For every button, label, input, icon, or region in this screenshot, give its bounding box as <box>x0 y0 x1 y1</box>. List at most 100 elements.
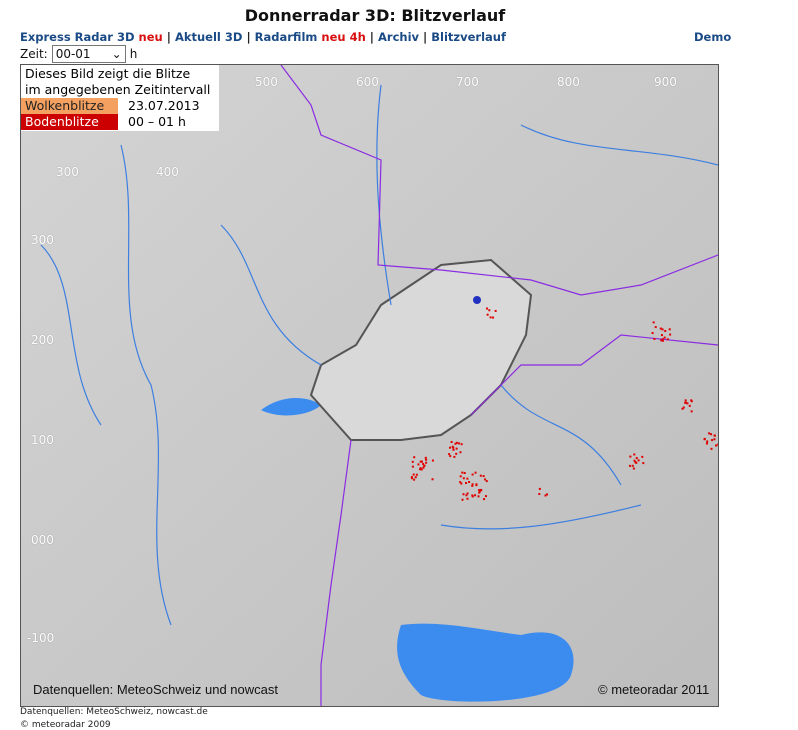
lightning-strike <box>703 438 706 441</box>
lightning-strike <box>424 456 427 459</box>
lightning-strike <box>455 452 458 455</box>
legend-ground-lightning: Bodenblitze <box>21 114 118 130</box>
lightning-strike <box>452 448 455 451</box>
lightning-strike <box>454 442 457 445</box>
link-aktuell[interactable]: Aktuell 3D <box>175 30 242 44</box>
lightning-strike <box>717 443 718 446</box>
lightning-strike <box>632 467 635 470</box>
lightning-strike <box>474 471 477 474</box>
new-badge: neu 4h <box>321 30 366 44</box>
lightning-strike <box>478 490 481 493</box>
lightning-strike <box>452 446 455 449</box>
lightning-strike <box>708 432 711 435</box>
footer-copyright: © meteoradar 2009 <box>20 720 111 730</box>
lightning-strike <box>455 447 458 450</box>
lightning-strike <box>635 461 638 464</box>
lightning-strike <box>462 493 465 496</box>
lightning-strike <box>462 477 465 480</box>
legend-text: Dieses Bild zeigt die Blitze <box>25 66 191 81</box>
lightning-strike <box>449 455 452 458</box>
lightning-strike <box>466 477 469 480</box>
lightning-strike <box>474 494 477 497</box>
legend-cloud-lightning: Wolkenblitze <box>21 98 118 114</box>
lightning-strike <box>419 468 422 471</box>
lightning-map[interactable]: Dieses Bild zeigt die Blitze im angegebe… <box>20 64 719 707</box>
lightning-strike <box>652 321 655 324</box>
time-select-value: 00-01 <box>55 47 91 61</box>
axis-label-left: 200 <box>31 333 54 347</box>
lightning-strike <box>690 399 693 402</box>
lightning-strike <box>664 329 667 332</box>
axis-label-inner: 300 <box>56 165 79 179</box>
lightning-strike <box>706 440 709 443</box>
lightning-strike <box>471 483 474 486</box>
lightning-strike <box>484 478 487 481</box>
lightning-strike <box>465 482 468 485</box>
lightning-strike <box>492 316 495 319</box>
axis-label-top: 900 <box>654 75 677 89</box>
lightning-strike <box>686 402 689 405</box>
map-copyright-text: © meteoradar 2011 <box>598 682 710 697</box>
lightning-strike <box>449 446 452 449</box>
lightning-strike <box>459 475 462 478</box>
link-express-radar[interactable]: Express Radar 3D <box>20 30 135 44</box>
lightning-strike <box>484 495 487 498</box>
separator: | <box>246 30 251 44</box>
lightning-strike <box>471 495 474 498</box>
lightning-strike <box>425 461 428 464</box>
lightning-strike <box>660 339 663 342</box>
lightning-strike <box>690 410 693 413</box>
lightning-strike <box>682 406 685 409</box>
lightning-strike <box>642 462 645 465</box>
separator: | <box>166 30 171 44</box>
lightning-strike <box>631 464 634 467</box>
lightning-strike <box>666 338 669 341</box>
lightning-strike <box>450 441 453 444</box>
lightning-strike <box>654 326 657 329</box>
link-radarfilm[interactable]: Radarfilm <box>255 30 318 44</box>
lightning-strike <box>457 442 460 445</box>
lightning-strike <box>629 455 632 458</box>
legend: Dieses Bild zeigt die Blitze im angegebe… <box>21 65 219 131</box>
location-marker <box>473 296 481 304</box>
lightning-strike <box>471 473 474 476</box>
time-select[interactable]: 00-01 ⌄ <box>51 45 126 63</box>
lightning-strike <box>663 336 666 339</box>
lightning-strike <box>482 475 485 478</box>
axis-label-top: 700 <box>456 75 479 89</box>
separator: | <box>423 30 428 44</box>
lake-mediterranean <box>397 623 574 702</box>
lightning-strike <box>684 401 687 404</box>
axis-label-left: 300 <box>31 233 54 247</box>
time-selector-row: Zeit: 00-01 ⌄ h <box>20 45 137 63</box>
lightning-strike <box>414 476 417 479</box>
link-blitzverlauf[interactable]: Blitzverlauf <box>431 30 506 44</box>
lightning-strike <box>479 474 482 477</box>
time-unit: h <box>129 47 138 61</box>
link-archiv[interactable]: Archiv <box>378 30 419 44</box>
axis-label-top: 600 <box>356 75 379 89</box>
link-demo[interactable]: Demo <box>694 30 731 44</box>
lightning-strike <box>412 473 415 476</box>
axis-label-top: 800 <box>557 75 580 89</box>
new-badge: neu <box>138 30 163 44</box>
lightning-strike <box>489 316 492 319</box>
lightning-strike <box>635 457 638 460</box>
lightning-strike <box>459 481 462 484</box>
footer-sources: Datenquellen: MeteoSchweiz, nowcast.de <box>20 707 208 717</box>
lightning-strike <box>461 471 464 474</box>
separator: | <box>369 30 374 44</box>
lightning-strike <box>668 328 671 331</box>
lightning-strike <box>710 447 713 450</box>
axis-label-left: 100 <box>31 433 54 447</box>
lightning-strike <box>483 498 486 501</box>
lightning-strike <box>661 339 664 342</box>
lightning-strike <box>710 433 713 436</box>
lightning-strike <box>431 459 434 462</box>
lightning-strike <box>460 443 463 446</box>
lightning-strike <box>486 307 489 310</box>
lightning-strike <box>628 464 631 467</box>
lightning-strike <box>486 313 489 316</box>
axis-label-left: -100 <box>27 631 55 645</box>
lightning-strike <box>660 334 663 337</box>
